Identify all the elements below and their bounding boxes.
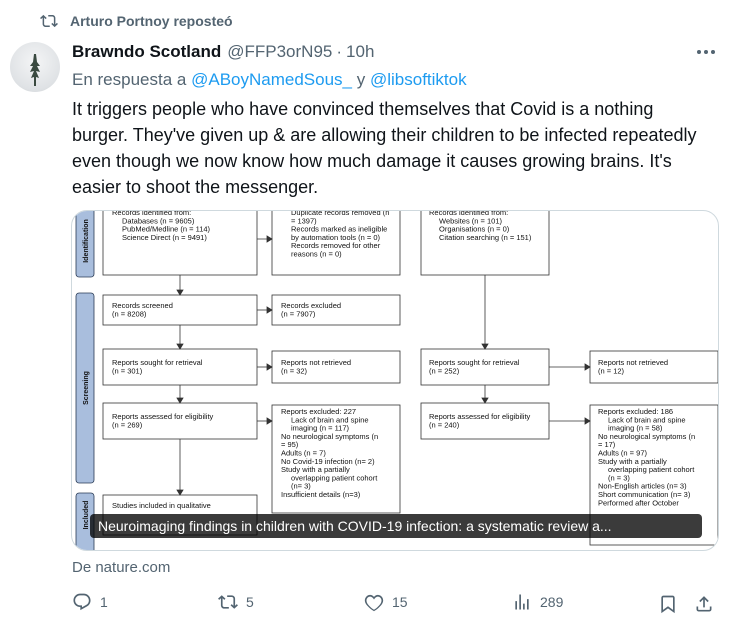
reply-context: En respuesta a @ABoyNamedSous_ y @libsof… — [72, 70, 467, 90]
reply-prefix: En respuesta a — [72, 70, 187, 89]
bookmark-icon[interactable] — [658, 594, 678, 614]
views-chart-icon — [515, 594, 529, 610]
reply-icon — [73, 593, 91, 611]
reply-joiner: y — [356, 70, 366, 89]
views-button[interactable]: 289 — [512, 592, 563, 612]
diagram-box-text: Citation searching (n = 151) — [439, 233, 532, 242]
tweet-text: It triggers people who have convinced th… — [72, 99, 697, 197]
repost-icon — [218, 595, 238, 609]
diagram-box-text: (n = 7907) — [281, 309, 316, 318]
heart-icon — [364, 594, 384, 612]
diagram-box-text: Studies included in qualitative — [112, 501, 211, 510]
repost-count: 5 — [246, 594, 254, 610]
like-count: 15 — [392, 594, 408, 610]
diagram-box-text: reasons (n = 0) — [291, 250, 342, 259]
separator-dot: · — [336, 42, 343, 61]
tree-silhouette-icon — [30, 54, 40, 86]
author-handle[interactable]: @FFP3orN95 — [227, 42, 332, 62]
reply-mention-1[interactable]: @ABoyNamedSous_ — [191, 70, 352, 89]
stage-label-identification: Identification — [83, 219, 90, 263]
diagram-box-text: Performed after October — [598, 498, 679, 507]
card-source[interactable]: De nature.com — [72, 559, 170, 576]
more-options-icon[interactable] — [694, 40, 718, 64]
prisma-flow-diagram: Identification Screening Included Record… — [75, 211, 718, 550]
action-bar: 1 5 15 289 — [72, 592, 722, 620]
reply-button[interactable]: 1 — [72, 592, 108, 612]
author-name[interactable]: Brawndo Scotland — [72, 42, 221, 62]
card-caption[interactable]: Neuroimaging findings in children with C… — [90, 514, 702, 538]
tweet-header: Brawndo Scotland @FFP3orN95 · 10h — [72, 42, 374, 62]
avatar[interactable] — [10, 42, 60, 92]
diagram-box-text: Science Direct (n = 9491) — [122, 233, 207, 242]
diagram-box-text: (n = 8208) — [112, 309, 147, 318]
reply-mention-2[interactable]: @libsoftiktok — [370, 70, 467, 89]
stage-label-included: Included — [83, 501, 90, 530]
timestamp[interactable]: 10h — [346, 42, 374, 62]
diagram-box-text: (n = 301) — [112, 366, 143, 375]
like-button[interactable]: 15 — [364, 592, 408, 612]
repost-label: Arturo Portnoy reposteó — [70, 13, 233, 29]
link-card[interactable]: Identification Screening Included Record… — [71, 210, 719, 551]
diagram-box-text: (n = 252) — [429, 366, 460, 375]
share-icon[interactable] — [694, 594, 714, 614]
diagram-box-text: (n = 12) — [598, 366, 625, 375]
views-count: 289 — [540, 594, 564, 610]
reply-count: 1 — [100, 594, 108, 610]
diagram-box-text: (n = 269) — [112, 420, 143, 429]
repost-button[interactable]: 5 — [218, 592, 254, 612]
diagram-box-text: (n = 32) — [281, 366, 308, 375]
diagram-box-text: Insufficient details (n=3) — [281, 490, 361, 499]
stage-label-screening: Screening — [83, 371, 90, 405]
diagram-box-text: (n = 240) — [429, 420, 460, 429]
repost-header[interactable]: Arturo Portnoy reposteó — [40, 12, 233, 30]
repost-icon — [40, 14, 58, 28]
